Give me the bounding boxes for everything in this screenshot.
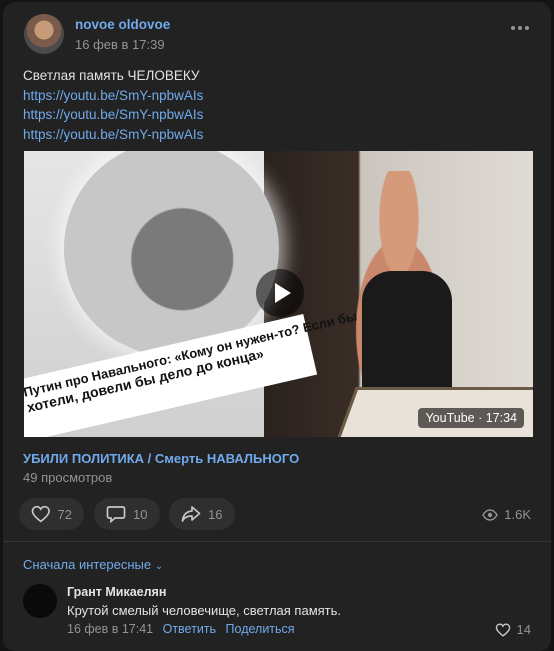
like-count: 72 [57, 506, 72, 522]
share-link[interactable]: Поделиться [226, 622, 295, 636]
video-preview[interactable]: Путин про Навального: «Кому он нужен-то?… [24, 151, 533, 437]
post-body: Светлая память ЧЕЛОВЕКУ [23, 68, 200, 83]
heart-icon [495, 622, 510, 637]
comment-like-count: 14 [516, 622, 531, 637]
eye-icon [482, 508, 499, 521]
view-counter: 1.6K [482, 507, 531, 522]
comment-icon [106, 506, 126, 523]
share-button[interactable]: 16 [169, 498, 235, 530]
reply-link[interactable]: Ответить [163, 622, 216, 636]
youtube-link[interactable]: https://youtu.be/SmY-npbwAIs [23, 125, 203, 145]
video-thumbnail-shirt [362, 271, 452, 401]
post-date[interactable]: 16 фев в 17:39 [75, 37, 165, 52]
view-count: 1.6K [504, 507, 531, 522]
comment-meta: 16 фев в 17:41 Ответить Поделиться [67, 622, 295, 636]
comment-text: Крутой смелый человечище, светлая память… [67, 603, 342, 618]
like-button[interactable]: 72 [19, 498, 84, 530]
youtube-link[interactable]: https://youtu.be/SmY-npbwAIs [23, 86, 203, 106]
comment-author[interactable]: Грант Микаелян [67, 585, 166, 599]
share-count: 16 [208, 506, 223, 522]
commenter-avatar[interactable] [23, 584, 57, 618]
video-views: 49 просмотров [23, 470, 113, 485]
comment-like-button[interactable]: 14 [495, 622, 531, 637]
heart-icon [31, 505, 50, 523]
comment-count: 10 [133, 506, 148, 522]
comment-date[interactable]: 16 фев в 17:41 [67, 622, 153, 636]
video-thumbnail-inset [64, 151, 279, 356]
youtube-link[interactable]: https://youtu.be/SmY-npbwAIs [23, 105, 203, 125]
post-card: novoe oldovoe 16 фев в 17:39 Светлая пам… [3, 2, 551, 651]
sort-label: Сначала интересные [23, 557, 152, 572]
author-avatar[interactable] [24, 14, 64, 54]
more-options-icon[interactable] [511, 26, 529, 32]
comment-sort-dropdown[interactable]: Сначала интересные ⌄ [23, 557, 163, 572]
share-icon [181, 506, 201, 522]
comment-button[interactable]: 10 [94, 498, 160, 530]
divider [3, 541, 551, 542]
post-author[interactable]: novoe oldovoe [75, 17, 170, 32]
post-text: Светлая память ЧЕЛОВЕКУ https://youtu.be… [23, 66, 203, 144]
video-title[interactable]: УБИЛИ ПОЛИТИКА / Смерть НАВАЛЬНОГО [23, 451, 299, 466]
chevron-down-icon: ⌄ [154, 561, 164, 572]
video-duration-badge: YouTube · 17:34 [418, 408, 524, 428]
play-icon[interactable] [256, 269, 304, 317]
